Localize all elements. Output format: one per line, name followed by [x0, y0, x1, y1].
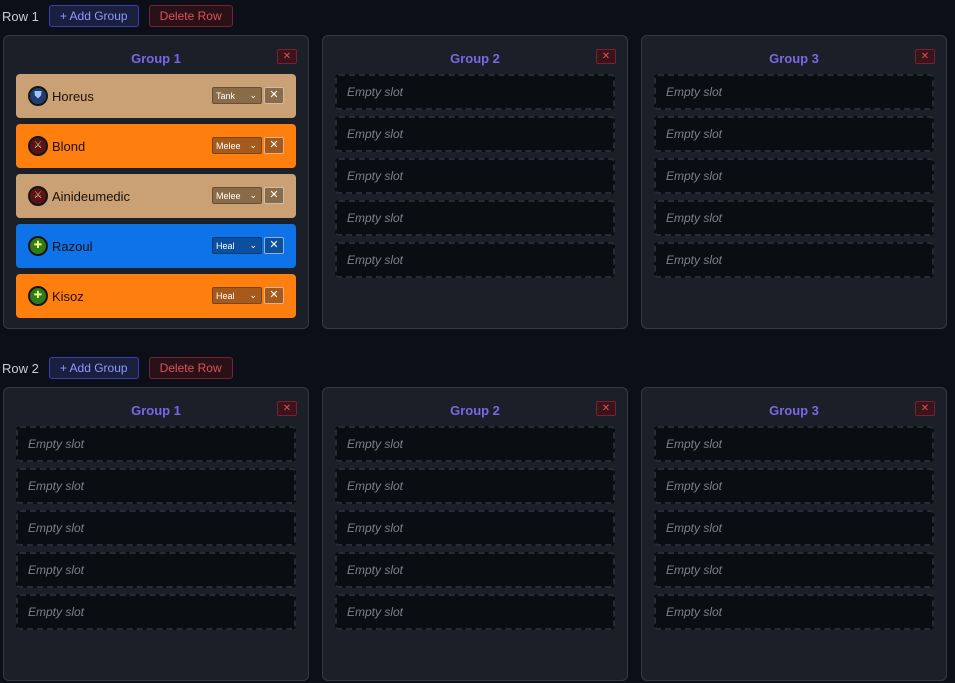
empty-slot[interactable]: Empty slot [654, 158, 934, 194]
sword-icon: ⚔ [28, 136, 48, 156]
empty-slot[interactable]: Empty slot [16, 468, 296, 504]
player-name: Blond [52, 138, 86, 154]
player-name: Ainideumedic [52, 188, 131, 204]
player-card[interactable]: ⚔ Blond Melee ⌄ ✕ [16, 124, 296, 168]
group-slots: Empty slot Empty slot Empty slot Empty slot… [335, 74, 615, 284]
empty-slot[interactable]: Empty slot [335, 200, 615, 236]
delete-row-button[interactable]: Delete Row [148, 357, 233, 379]
remove-player-button[interactable]: ✕ [264, 137, 284, 154]
empty-slot[interactable]: Empty slot [654, 116, 934, 152]
group-slots: Empty slot Empty slot Empty slot Empty slot… [335, 426, 615, 636]
chevron-down-icon: ⌄ [249, 140, 257, 150]
add-group-button[interactable]: + Add Group [48, 357, 139, 379]
row-label: Row 1 [2, 8, 39, 24]
empty-slot[interactable]: Empty slot [16, 510, 296, 546]
groups-container: Group 1 ✕ Empty slot Empty slot Empty slot Em… [0, 387, 955, 683]
empty-slot[interactable]: Empty slot [335, 552, 615, 588]
empty-slot[interactable]: Empty slot [654, 552, 934, 588]
role-select-value: Heal [216, 240, 235, 251]
group-slots: ⛊ Horeus Tank ⌄ ✕ ⚔ Blond Melee ⌄ ✕ ⚔ Ainideumedic M… [16, 74, 296, 324]
add-group-button[interactable]: + Add Group [48, 5, 139, 27]
role-select-value: Heal [216, 290, 235, 301]
group-panel: Group 2 ✕ Empty slot Empty slot Empty slot Em… [322, 35, 628, 329]
close-group-button[interactable]: ✕ [596, 401, 616, 416]
group-slots: Empty slot Empty slot Empty slot Empty slot… [16, 426, 296, 636]
close-group-button[interactable]: ✕ [277, 401, 297, 416]
groups-container: Group 1 ✕ ⛊ Horeus Tank ⌄ ✕ ⚔ Blond Melee ⌄ ✕ ⚔ Ainid… [0, 35, 955, 331]
remove-player-button[interactable]: ✕ [264, 237, 284, 254]
group-panel: Group 1 ✕ Empty slot Empty slot Empty slot Em… [3, 387, 309, 681]
group-title: Group 2 [450, 51, 500, 66]
heal-cross-icon: ✚ [28, 236, 48, 256]
remove-player-button[interactable]: ✕ [264, 287, 284, 304]
sword-icon: ⚔ [28, 186, 48, 206]
group-panel: Group 2 ✕ Empty slot Empty slot Empty slot Em… [322, 387, 628, 681]
empty-slot[interactable]: Empty slot [335, 468, 615, 504]
group-slots: Empty slot Empty slot Empty slot Empty slot… [654, 74, 934, 284]
group-panel: Group 3 ✕ Empty slot Empty slot Empty slot Em… [641, 387, 947, 681]
role-select-value: Melee [216, 140, 241, 151]
role-select-value: Melee [216, 190, 241, 201]
empty-slot[interactable]: Empty slot [335, 116, 615, 152]
player-card[interactable]: ✚ Razoul Heal ⌄ ✕ [16, 224, 296, 268]
player-card[interactable]: ⛊ Horeus Tank ⌄ ✕ [16, 74, 296, 118]
empty-slot[interactable]: Empty slot [654, 426, 934, 462]
group-title: Group 3 [769, 51, 819, 66]
chevron-down-icon: ⌄ [249, 90, 257, 100]
chevron-down-icon: ⌄ [249, 240, 257, 250]
raid-row: Row 2 + Add Group Delete Row Group 1 ✕ Empty … [0, 355, 955, 683]
empty-slot[interactable]: Empty slot [654, 74, 934, 110]
empty-slot[interactable]: Empty slot [654, 242, 934, 278]
empty-slot[interactable]: Empty slot [335, 594, 615, 630]
chevron-down-icon: ⌄ [249, 290, 257, 300]
player-name: Razoul [52, 238, 93, 254]
player-card[interactable]: ⚔ Ainideumedic Melee ⌄ ✕ [16, 174, 296, 218]
row-header: Row 1 + Add Group Delete Row [0, 3, 955, 29]
raid-row: Row 1 + Add Group Delete Row Group 1 ✕ ⛊ Horeu… [0, 3, 955, 331]
group-slots: Empty slot Empty slot Empty slot Empty slot… [654, 426, 934, 636]
remove-player-button[interactable]: ✕ [264, 187, 284, 204]
empty-slot[interactable]: Empty slot [335, 426, 615, 462]
row-header: Row 2 + Add Group Delete Row [0, 355, 955, 381]
player-name: Kisoz [52, 288, 84, 304]
empty-slot[interactable]: Empty slot [335, 242, 615, 278]
chevron-down-icon: ⌄ [249, 190, 257, 200]
empty-slot[interactable]: Empty slot [16, 426, 296, 462]
close-group-button[interactable]: ✕ [915, 401, 935, 416]
role-select[interactable]: Melee ⌄ [212, 137, 262, 154]
empty-slot[interactable]: Empty slot [654, 468, 934, 504]
empty-slot[interactable]: Empty slot [654, 510, 934, 546]
empty-slot[interactable]: Empty slot [16, 594, 296, 630]
empty-slot[interactable]: Empty slot [16, 552, 296, 588]
player-name: Horeus [52, 88, 94, 104]
close-group-button[interactable]: ✕ [915, 49, 935, 64]
close-group-button[interactable]: ✕ [277, 49, 297, 64]
shield-icon: ⛊ [28, 86, 48, 106]
remove-player-button[interactable]: ✕ [264, 87, 284, 104]
group-title: Group 2 [450, 403, 500, 418]
player-card[interactable]: ✚ Kisoz Heal ⌄ ✕ [16, 274, 296, 318]
role-select[interactable]: Heal ⌄ [212, 237, 262, 254]
group-title: Group 3 [769, 403, 819, 418]
row-label: Row 2 [2, 360, 39, 376]
close-group-button[interactable]: ✕ [596, 49, 616, 64]
delete-row-button[interactable]: Delete Row [148, 5, 233, 27]
group-panel: Group 3 ✕ Empty slot Empty slot Empty slot Em… [641, 35, 947, 329]
group-title: Group 1 [131, 51, 181, 66]
empty-slot[interactable]: Empty slot [335, 74, 615, 110]
empty-slot[interactable]: Empty slot [654, 200, 934, 236]
role-select-value: Tank [216, 90, 236, 101]
role-select[interactable]: Melee ⌄ [212, 187, 262, 204]
group-panel: Group 1 ✕ ⛊ Horeus Tank ⌄ ✕ ⚔ Blond Melee ⌄ ✕ ⚔ Ainid… [3, 35, 309, 329]
heal-cross-icon: ✚ [28, 286, 48, 306]
empty-slot[interactable]: Empty slot [335, 510, 615, 546]
role-select[interactable]: Tank ⌄ [212, 87, 262, 104]
empty-slot[interactable]: Empty slot [654, 594, 934, 630]
empty-slot[interactable]: Empty slot [335, 158, 615, 194]
role-select[interactable]: Heal ⌄ [212, 287, 262, 304]
group-title: Group 1 [131, 403, 181, 418]
